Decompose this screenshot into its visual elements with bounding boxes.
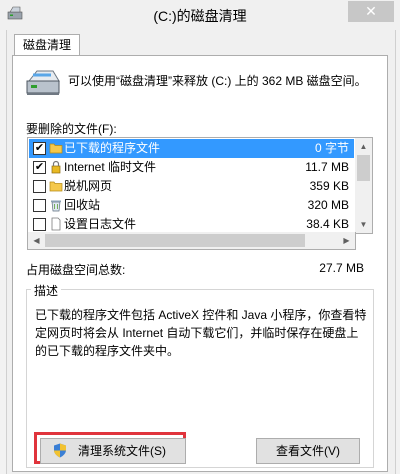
file-size: 320 MB [307, 198, 349, 212]
window-title: (C:)的磁盘清理 [153, 8, 247, 24]
clean-system-files-button[interactable]: 清理系统文件(S) [40, 438, 186, 464]
folder-icon [49, 143, 63, 154]
description-text: 已下载的程序文件包括 ActiveX 控件和 Java 小程序，你查看特定网页时… [35, 308, 367, 358]
view-files-button[interactable]: 查看文件(V) [256, 438, 360, 464]
checkbox-checked[interactable]: ✔ [33, 161, 46, 174]
checkbox-unchecked[interactable] [33, 218, 46, 231]
files-to-delete-label: 要删除的文件(F): [26, 122, 117, 136]
scroll-left-arrow-icon[interactable]: ◀ [28, 232, 45, 249]
checkbox-checked[interactable]: ✔ [33, 142, 46, 155]
tab-disk-cleanup[interactable]: 磁盘清理 [14, 34, 80, 55]
file-name: 回收站 [64, 198, 101, 212]
clean-system-files-label: 清理系统文件(S) [78, 444, 166, 458]
list-item[interactable]: ✔ Internet 临时文件 11.7 MB [29, 158, 354, 177]
file-size: 0 字节 [314, 141, 349, 155]
scroll-thumb[interactable] [45, 234, 305, 247]
scroll-right-arrow-icon[interactable]: ▶ [338, 232, 355, 249]
scroll-down-arrow-icon[interactable]: ▼ [355, 216, 372, 233]
close-button[interactable]: ✕ [348, 1, 394, 22]
description-title: 描述 [31, 282, 62, 299]
file-name: 脱机网页 [64, 179, 113, 193]
file-name: 已下载的程序文件 [64, 141, 161, 155]
scroll-thumb[interactable] [357, 155, 370, 181]
checkbox-unchecked[interactable] [33, 199, 46, 212]
list-item[interactable]: 脱机网页 359 KB [29, 177, 354, 196]
list-item[interactable]: 回收站 320 MB [29, 196, 354, 215]
document-icon [51, 217, 61, 231]
title-bar: (C:)的磁盘清理 ✕ [0, 0, 400, 30]
summary-text: 可以使用“磁盘清理”来释放 (C:) 上的 362 MB 磁盘空间。 [68, 74, 367, 88]
lock-icon [51, 160, 61, 174]
disk-cleanup-icon [26, 70, 60, 95]
folder-icon [49, 181, 63, 192]
scroll-up-arrow-icon[interactable]: ▲ [355, 138, 372, 155]
recycle-bin-icon [51, 200, 61, 212]
horizontal-scrollbar[interactable]: ◀ ▶ [27, 232, 356, 250]
file-name: Internet 临时文件 [64, 160, 157, 174]
files-list[interactable]: ✔ 已下载的程序文件 0 字节 ✔ Internet 临时文件 11.7 MB … [27, 137, 373, 234]
checkbox-unchecked[interactable] [33, 180, 46, 193]
file-size: 11.7 MB [305, 160, 349, 174]
vertical-scrollbar[interactable]: ▲ ▼ [355, 138, 372, 233]
file-size: 359 KB [309, 179, 349, 193]
uac-shield-icon [54, 443, 66, 458]
total-space-value: 27.7 MB [319, 261, 364, 275]
total-space-label: 占用磁盘空间总数: [26, 263, 126, 277]
list-item[interactable]: ✔ 已下载的程序文件 0 字节 [29, 139, 354, 158]
